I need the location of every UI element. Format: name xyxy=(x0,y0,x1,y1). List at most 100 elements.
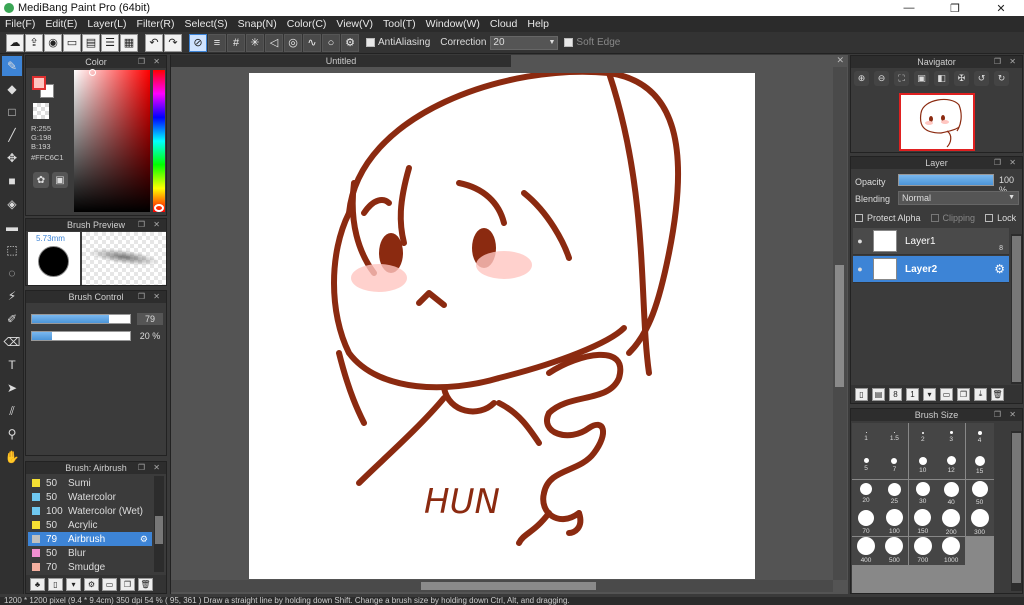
brush-size-cell[interactable]: 1000 xyxy=(937,536,966,565)
brush-list-item[interactable]: 79 Airbrush ⚙ xyxy=(28,532,152,546)
rotate-left-icon[interactable]: ↺ xyxy=(974,71,989,86)
brush-size-cell[interactable]: 40 xyxy=(937,479,966,508)
grid-view-icon[interactable]: ▦ xyxy=(120,33,138,52)
duplicate-layer-icon[interactable]: ❐ xyxy=(957,387,970,401)
new-brush-icon[interactable]: ▯ xyxy=(48,577,63,591)
brush-size-cell[interactable]: 1.5 xyxy=(880,423,909,451)
eyedropper-tool-icon[interactable]: ⚲ xyxy=(2,424,22,444)
menu-tool[interactable]: Tool(T) xyxy=(378,18,421,30)
color-history-icon[interactable]: ▣ xyxy=(52,172,68,188)
clipping-checkbox[interactable] xyxy=(930,214,939,222)
rotate-right-icon[interactable]: ↻ xyxy=(994,71,1009,86)
brush-settings-icon[interactable]: ⚙ xyxy=(84,577,99,591)
menu-window[interactable]: Window(W) xyxy=(421,18,485,30)
layer-folder-icon[interactable]: ▭ xyxy=(940,387,953,401)
actual-size-icon[interactable]: ▣ xyxy=(914,71,929,86)
lasso-tool-icon[interactable]: ◌ xyxy=(2,263,22,283)
panel-controls-icon[interactable]: ❐ ✕ xyxy=(994,157,1019,169)
new-halftone-layer-icon[interactable]: ▤ xyxy=(872,387,885,401)
redo-icon[interactable]: ↷ xyxy=(164,33,182,52)
menu-view[interactable]: View(V) xyxy=(331,18,378,30)
protect-alpha-checkbox[interactable] xyxy=(855,214,863,222)
fill-rect-tool-icon[interactable]: ■ xyxy=(2,171,22,191)
visibility-eye-icon[interactable]: ● xyxy=(853,236,867,246)
brush-size-cell[interactable]: 20 xyxy=(852,479,880,508)
rectangle-tool-icon[interactable]: □ xyxy=(2,102,22,122)
brush-size-cell[interactable]: 500 xyxy=(880,536,909,565)
brush-list-item[interactable]: 100 Watercolor (Wet) xyxy=(28,504,152,518)
color-picker-cursor[interactable] xyxy=(89,69,96,76)
flip-icon[interactable]: ◧ xyxy=(934,71,949,86)
merge-layer-icon[interactable]: ⤓ xyxy=(974,387,987,401)
snap-settings-icon[interactable]: ⚙ xyxy=(341,33,359,52)
circle-snap-icon[interactable]: ○ xyxy=(322,33,340,52)
brush-size-cell[interactable]: 3 xyxy=(937,423,966,451)
select-tool-icon[interactable]: ⬚ xyxy=(2,240,22,260)
brush-size-cell[interactable]: 200 xyxy=(937,508,966,537)
brush-size-cell[interactable]: 700 xyxy=(908,536,937,565)
comment-icon[interactable]: ◉ xyxy=(44,33,62,52)
layer-settings-gear-icon[interactable]: ⚙ xyxy=(994,262,1005,276)
navigator-thumbnail[interactable] xyxy=(899,93,975,151)
menu-edit[interactable]: Edit(E) xyxy=(40,18,82,30)
select-eraser-tool-icon[interactable]: ⌫ xyxy=(2,332,22,352)
bucket-tool-icon[interactable]: ◈ xyxy=(2,194,22,214)
list-icon[interactable]: ☰ xyxy=(101,33,119,52)
brush-size-cell[interactable]: 100 xyxy=(880,508,909,537)
brush-settings-gear-icon[interactable]: ⚙ xyxy=(140,534,148,545)
panel-controls-icon[interactable]: ❐ ✕ xyxy=(994,56,1019,68)
panel-controls-icon[interactable]: ❐ ✕ xyxy=(138,56,163,68)
divide-tool-icon[interactable]: ⫽ xyxy=(2,401,22,421)
brush-size-scrollbar[interactable] xyxy=(1011,431,1022,591)
panel-controls-icon[interactable]: ❐ ✕ xyxy=(994,409,1019,421)
undo-icon[interactable]: ↶ xyxy=(145,33,163,52)
maximize-button[interactable]: ❐ xyxy=(932,0,978,16)
close-button[interactable]: ✕ xyxy=(978,0,1024,16)
soft-edge-checkbox[interactable] xyxy=(564,38,574,47)
layer-opacity-slider[interactable] xyxy=(898,174,994,186)
menu-snap[interactable]: Snap(N) xyxy=(233,18,282,30)
delete-brush-icon[interactable]: 🗑 xyxy=(138,577,153,591)
brush-size-cell[interactable]: 30 xyxy=(908,479,937,508)
foreground-color-swatch[interactable] xyxy=(32,76,46,90)
folder-icon[interactable]: ▭ xyxy=(102,577,117,591)
palette-icon[interactable]: ✿ xyxy=(33,172,49,188)
menu-select[interactable]: Select(S) xyxy=(179,18,232,30)
layer-list-scrollbar[interactable] xyxy=(1011,234,1022,384)
brush-size-cell[interactable]: 25 xyxy=(880,479,909,508)
gradient-tool-icon[interactable]: ▬ xyxy=(2,217,22,237)
panel-controls-icon[interactable]: ❐ ✕ xyxy=(138,219,163,231)
parallel-snap-icon[interactable]: ≡ xyxy=(208,33,226,52)
canvas-tab[interactable]: Untitled xyxy=(171,55,511,67)
cloud-icon[interactable]: ☁ xyxy=(6,33,24,52)
brush-size-cell[interactable]: 2 xyxy=(908,423,937,451)
panel-controls-icon[interactable]: ❐ ✕ xyxy=(138,291,163,303)
magic-wand-tool-icon[interactable]: ⚡ xyxy=(2,286,22,306)
document-icon[interactable]: ▤ xyxy=(82,33,100,52)
brush-list-item[interactable]: 50 Acrylic xyxy=(28,518,152,532)
brush-list-item[interactable]: 70 Smudge xyxy=(28,560,152,574)
brush-list-item[interactable]: 50 Sumi xyxy=(28,476,152,490)
brush-tool-icon[interactable]: ✎ xyxy=(2,56,22,76)
antialiasing-checkbox[interactable] xyxy=(366,38,375,47)
brush-size-cell[interactable]: 15 xyxy=(965,451,994,480)
scrollbar-thumb[interactable] xyxy=(1012,433,1021,583)
minimize-button[interactable]: — xyxy=(886,0,932,16)
brush-size-cell[interactable]: 50 xyxy=(965,479,994,508)
saturation-value-picker[interactable] xyxy=(74,70,150,212)
canvas-horizontal-scrollbar[interactable] xyxy=(171,580,833,592)
new-1bit-layer-icon[interactable]: 1 xyxy=(906,387,919,401)
upload-icon[interactable]: ⇪ xyxy=(25,33,43,52)
layer-row-layer2[interactable]: ● Layer2 ⚙ xyxy=(853,256,1009,283)
canvas-vertical-scrollbar[interactable] xyxy=(833,67,847,580)
vanishing-point-icon[interactable]: ◁ xyxy=(265,33,283,52)
menu-file[interactable]: File(F) xyxy=(0,18,40,30)
fit-icon[interactable]: ⛶ xyxy=(894,71,909,86)
brush-size-cell[interactable]: 300 xyxy=(965,508,994,537)
brush-size-value[interactable]: 79 xyxy=(137,313,163,325)
pen-tool-icon[interactable]: ╱ xyxy=(2,125,22,145)
menu-cloud[interactable]: Cloud xyxy=(485,18,522,30)
brush-size-cell[interactable]: 400 xyxy=(852,536,880,565)
correction-select[interactable]: 20 ▼ xyxy=(490,35,559,50)
brush-size-cell[interactable]: 12 xyxy=(937,451,966,480)
